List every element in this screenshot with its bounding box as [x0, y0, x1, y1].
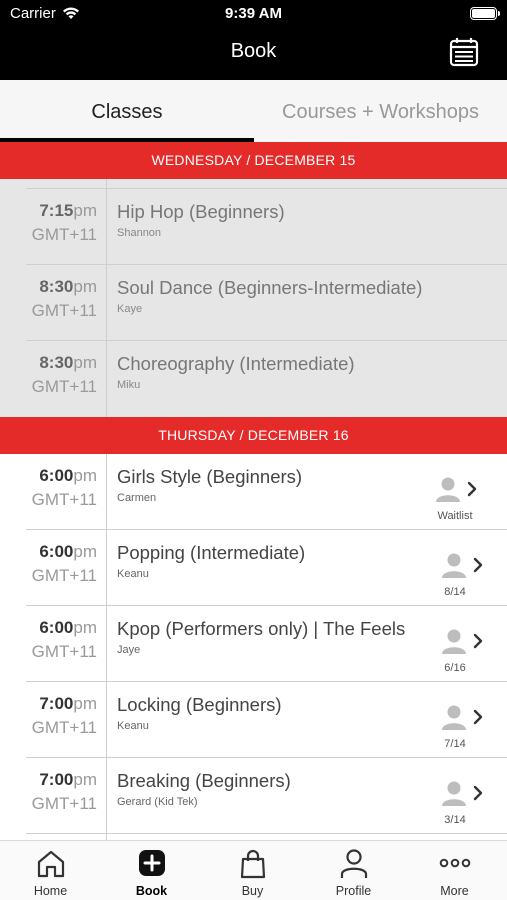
class-name: Breaking (Beginners)	[117, 770, 291, 791]
plus-square-icon	[139, 850, 165, 876]
person-icon	[442, 705, 466, 730]
person-icon	[442, 553, 466, 578]
tabbar-item-profile[interactable]: Profile	[303, 841, 404, 900]
class-time: 7:00pm	[39, 694, 97, 713]
tabbar-label: Buy	[241, 884, 264, 898]
class-timezone: GMT+11	[31, 718, 97, 737]
availability-label: 7/14	[444, 738, 466, 750]
more-dots-icon	[439, 858, 471, 868]
clock: 9:39 AM	[225, 5, 282, 22]
class-row[interactable]: 6:00pm GMT+11 Popping (Intermediate) Kea…	[0, 530, 507, 606]
class-time: 6:00pm	[39, 618, 97, 637]
tabbar-item-home[interactable]: Home	[0, 841, 101, 900]
book-class-button[interactable]: 6/16	[431, 626, 491, 686]
class-name: Soul Dance (Beginners-Intermediate)	[117, 277, 423, 298]
class-time: 7:15pm	[39, 201, 97, 220]
tabbar-label: Profile	[335, 884, 372, 898]
day-header-wednesday: WEDNESDAY / DECEMBER 15	[0, 142, 507, 179]
book-class-button[interactable]: 8/14	[431, 550, 491, 610]
book-class-button[interactable]: 3/14	[431, 778, 491, 838]
class-name: Hip Hop (Beginners)	[117, 201, 285, 222]
home-icon	[37, 850, 65, 878]
class-timezone: GMT+11	[31, 794, 97, 813]
class-name: Locking (Beginners)	[117, 694, 282, 715]
day-header-thursday: THURSDAY / DECEMBER 16	[0, 417, 507, 454]
class-teacher: Shannon	[117, 227, 162, 239]
tab-courses-workshops[interactable]: Courses + Workshops	[254, 80, 507, 142]
class-row[interactable]: 8:30pm GMT+11 Soul Dance (Beginners-Inte…	[0, 265, 507, 341]
tabbar-item-more[interactable]: More	[404, 841, 505, 900]
status-bar: Carrier 9:39 AM	[0, 0, 507, 28]
tabbar-label: Book	[135, 884, 168, 898]
segment-tabs: Classes Courses + Workshops	[0, 80, 507, 142]
top-bar: Carrier 9:39 AM Book	[0, 0, 507, 80]
chevron-right-icon	[473, 557, 483, 573]
class-timezone: GMT+11	[31, 225, 97, 244]
class-row[interactable]: 7:15pm GMT+11 Hip Hop (Beginners) Shanno…	[0, 189, 507, 265]
class-row[interactable]: 8:30pm GMT+11 Choreography (Intermediate…	[0, 341, 507, 417]
availability-label: 6/16	[444, 662, 466, 674]
tabbar-label: Home	[33, 884, 68, 898]
availability-label: Waitlist	[437, 510, 473, 522]
class-teacher: Miku	[117, 379, 141, 391]
class-teacher: Keanu	[117, 720, 149, 732]
class-timezone: GMT+11	[31, 377, 97, 396]
chevron-right-icon	[473, 709, 483, 725]
class-teacher: Keanu	[117, 568, 149, 580]
class-teacher: Carmen	[117, 492, 157, 504]
class-time: 6:00pm	[39, 542, 97, 561]
class-row[interactable]: 6:00pm GMT+11 Kpop (Performers only) | T…	[0, 606, 507, 682]
class-row[interactable]: 6:00pm GMT+11 Girls Style (Beginners) Ca…	[0, 454, 507, 530]
class-name: Girls Style (Beginners)	[117, 466, 303, 487]
class-time: 7:00pm	[39, 770, 97, 789]
class-timezone: GMT+11	[31, 566, 97, 585]
chevron-right-icon	[473, 785, 483, 801]
tabbar-item-book[interactable]: Book	[101, 841, 202, 900]
shopping-bag-icon	[240, 849, 266, 879]
book-class-button[interactable]: 7/14	[431, 702, 491, 762]
tab-classes[interactable]: Classes	[0, 80, 254, 142]
class-timezone: GMT+11	[31, 642, 97, 661]
class-row[interactable]: 7:00pm GMT+11 Locking (Beginners) Keanu …	[0, 682, 507, 758]
availability-label: 3/14	[444, 814, 466, 826]
class-teacher: Gerard (Kid Tek)	[117, 796, 198, 808]
availability-label: 8/14	[444, 586, 466, 598]
book-class-button[interactable]: Waitlist	[425, 474, 485, 534]
class-time: 8:30pm	[39, 353, 97, 372]
class-time: 6:00pm	[39, 466, 97, 485]
class-timezone: GMT+11	[31, 301, 97, 320]
battery-icon	[470, 7, 500, 20]
tabbar-label: More	[440, 884, 469, 898]
class-name: Popping (Intermediate)	[117, 542, 306, 563]
person-icon	[442, 629, 466, 654]
person-icon	[436, 477, 460, 502]
tabbar-item-buy[interactable]: Buy	[202, 841, 303, 900]
page-title: Book	[230, 40, 277, 62]
person-icon	[442, 781, 466, 806]
list-item-partial	[0, 179, 507, 189]
class-name: Choreography (Intermediate)	[117, 353, 355, 374]
calendar-icon[interactable]	[449, 37, 479, 67]
class-teacher: Jaye	[117, 644, 141, 656]
class-row[interactable]: 7:00pm GMT+11 Breaking (Beginners) Gerar…	[0, 758, 507, 834]
chevron-right-icon	[473, 633, 483, 649]
chevron-right-icon	[467, 481, 477, 497]
class-time: 8:30pm	[39, 277, 97, 296]
class-timezone: GMT+11	[31, 490, 97, 509]
class-name: Kpop (Performers only) | The Feels	[117, 618, 406, 639]
class-teacher: Kaye	[117, 303, 143, 315]
bottom-tab-bar: Home Book Buy Profile More	[0, 840, 507, 900]
person-outline-icon	[340, 849, 368, 878]
